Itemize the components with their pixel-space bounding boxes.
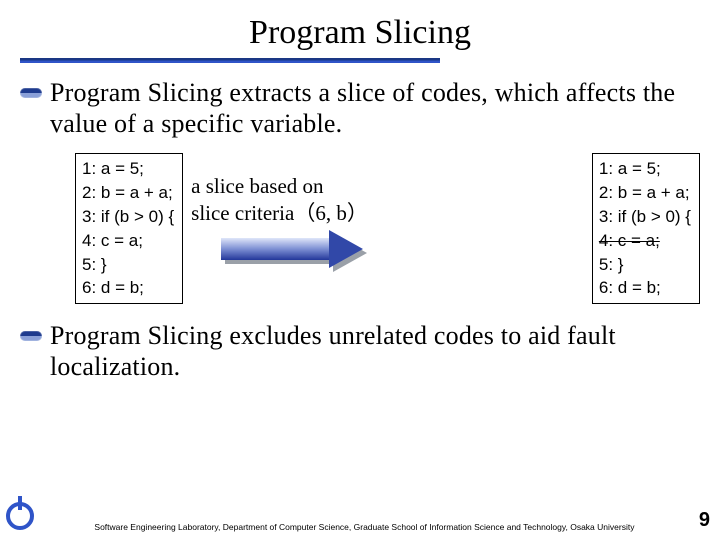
code-line: 5: }: [82, 253, 174, 277]
code-line: 3: if (b > 0) {: [82, 205, 174, 229]
bullet-text: Program Slicing extracts a slice of code…: [50, 77, 700, 139]
slice-diagram: 1: a = 5; 2: b = a + a; 3: if (b > 0) { …: [75, 153, 700, 304]
code-line: 2: b = a + a;: [599, 181, 691, 205]
page-number: 9: [695, 509, 720, 532]
bullet-icon: [20, 88, 42, 98]
code-after: 1: a = 5; 2: b = a + a; 3: if (b > 0) { …: [592, 153, 700, 304]
code-line: 4: c = a;: [82, 229, 174, 253]
bullet-icon: [20, 331, 42, 341]
bullet-1: Program Slicing extracts a slice of code…: [20, 77, 700, 139]
title-rule: [20, 58, 440, 63]
code-line: 1: a = 5;: [599, 157, 691, 181]
diagram-middle: a slice based on slice criteria（6, b）: [189, 153, 586, 268]
code-line-removed: 4: c = a;: [599, 229, 691, 253]
code-before: 1: a = 5; 2: b = a + a; 3: if (b > 0) { …: [75, 153, 183, 304]
arrow-icon: [221, 230, 371, 268]
code-line: 3: if (b > 0) {: [599, 205, 691, 229]
code-line: 1: a = 5;: [82, 157, 174, 181]
footer: Software Engineering Laboratory, Departm…: [0, 502, 720, 532]
slide-content: Program Slicing extracts a slice of code…: [0, 77, 720, 383]
caption-line: slice criteria（6, b）: [191, 200, 586, 226]
bullet-text: Program Slicing excludes unrelated codes…: [50, 320, 700, 382]
code-line: 6: d = b;: [599, 276, 691, 300]
code-line: 2: b = a + a;: [82, 181, 174, 205]
code-line: 6: d = b;: [82, 276, 174, 300]
slide-title: Program Slicing: [0, 0, 720, 58]
code-line: 5: }: [599, 253, 691, 277]
lab-logo-icon: [6, 502, 34, 530]
footer-affiliation: Software Engineering Laboratory, Departm…: [34, 522, 695, 532]
caption-line: a slice based on: [191, 173, 586, 199]
bullet-2: Program Slicing excludes unrelated codes…: [20, 320, 700, 382]
